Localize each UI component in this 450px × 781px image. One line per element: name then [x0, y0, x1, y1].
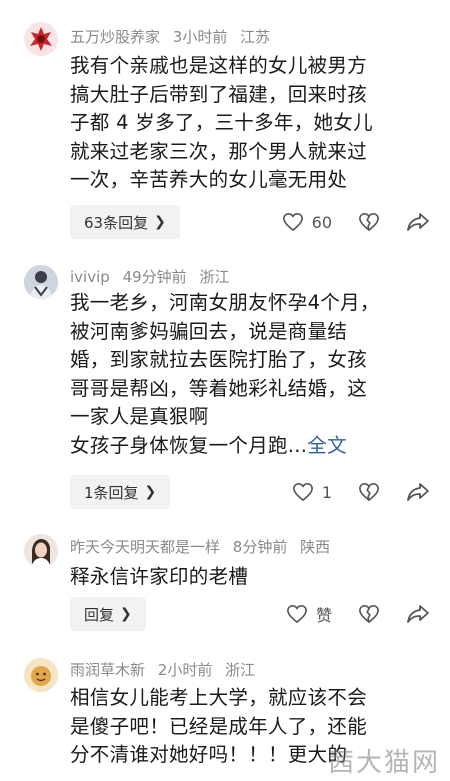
reply-count-label: 1条回复: [84, 483, 139, 502]
like-count: 1: [321, 482, 332, 502]
like-button[interactable]: 赞: [286, 602, 332, 626]
comment-actions: 60: [256, 205, 430, 239]
avatar[interactable]: [24, 22, 58, 56]
location: 江苏: [240, 28, 271, 46]
broken-heart-icon: [359, 213, 379, 231]
like-label: 赞: [315, 606, 332, 625]
dislike-button[interactable]: [358, 212, 380, 232]
comment-line: 搞大肚子后带到了福建，回来时孩: [70, 82, 368, 106]
dislike-button[interactable]: [358, 482, 380, 502]
comment-line: 相信女儿能考上大学，就应该不会: [70, 686, 368, 709]
comment-meta: 雨润草木新 2小时前 浙江: [70, 659, 263, 680]
location: 浙江: [199, 268, 230, 286]
comment-text: 我有个亲戚也是这样的女儿被男方 搞大肚子后带到了福建，回来时孩 子都 4 岁多了…: [70, 52, 425, 195]
comment-line: 释永信许家印的老槽: [70, 565, 249, 588]
comment-text: 我一老乡，河南女朋友怀孕4个月， 被河南爹妈骗回去，说是商量结 婚，到家就拉去医…: [70, 289, 425, 460]
share-arrow-icon: [407, 213, 429, 231]
like-button[interactable]: 1: [292, 482, 332, 502]
share-button[interactable]: [406, 604, 430, 624]
share-button[interactable]: [406, 482, 430, 502]
timestamp: 49分钟前: [122, 268, 187, 286]
comment-line-truncated: 女孩子身体恢复一个月跑...全文: [70, 432, 425, 461]
comment-text: 释永信许家印的老槽: [70, 563, 425, 592]
full-text-link[interactable]: 全文: [307, 434, 347, 457]
timestamp: 2小时前: [157, 661, 213, 679]
site-watermark: 茜大猫网: [327, 748, 440, 778]
heart-icon: [292, 483, 313, 501]
timestamp: 3小时前: [172, 28, 228, 46]
dislike-button[interactable]: [358, 604, 380, 624]
share-arrow-icon: [407, 605, 429, 623]
broken-heart-icon: [359, 483, 379, 501]
like-count: 60: [311, 212, 332, 232]
comment-line: 就来过老家三次，那个男人就来过: [70, 139, 368, 163]
username[interactable]: 雨润草木新: [70, 661, 145, 679]
truncated-text: 女孩子身体恢复一个月跑...: [70, 433, 308, 457]
comment-line: 我一老乡，河南女朋友怀孕4个月，: [70, 291, 380, 314]
comment-actions: 1: [266, 475, 430, 509]
comment-actions: 赞: [260, 597, 430, 631]
share-button[interactable]: [406, 212, 430, 232]
reply-count-label: 63条回复: [84, 213, 149, 232]
comment-line: 一家人是真狠啊: [70, 405, 209, 428]
username[interactable]: 昨天今天明天都是一样: [70, 538, 220, 556]
comment-line: 婚，到家就拉去医院打胎了，女孩: [70, 348, 368, 371]
avatar[interactable]: [24, 658, 58, 692]
broken-heart-icon: [359, 605, 379, 623]
comment-meta: 五万炒股养家 3小时前 江苏: [70, 26, 278, 47]
chevron-right-icon: ❯: [144, 484, 157, 500]
comment-meta: ivivip 49分钟前 浙江: [70, 266, 237, 287]
reply-label: 回复: [84, 605, 115, 624]
comment-line: 子都 4 岁多了，三十多年，她女儿: [70, 111, 373, 134]
location: 浙江: [225, 661, 256, 679]
reply-button[interactable]: 回复 ❯: [70, 597, 146, 631]
comment-line: 一次，辛苦养大的女儿毫无用处: [70, 168, 348, 191]
location: 陕西: [300, 538, 331, 556]
avatar[interactable]: [24, 265, 58, 299]
comment-line: 是傻子吧！已经是成年人了，还能: [70, 714, 368, 738]
chevron-right-icon: ❯: [120, 606, 132, 622]
view-replies-button[interactable]: 1条回复 ❯: [70, 475, 171, 509]
heart-icon: [287, 605, 307, 623]
timestamp: 8分钟前: [232, 538, 288, 556]
comment-line: 被河南爹妈骗回去，说是商量结: [70, 319, 348, 343]
username[interactable]: ivivip: [70, 268, 110, 286]
view-replies-button[interactable]: 63条回复 ❯: [70, 205, 180, 239]
avatar[interactable]: [24, 534, 58, 568]
share-arrow-icon: [407, 483, 429, 501]
comment-line: 我有个亲戚也是这样的女儿被男方: [70, 54, 368, 77]
like-button[interactable]: 60: [282, 212, 332, 232]
chevron-right-icon: ❯: [154, 214, 166, 230]
username[interactable]: 五万炒股养家: [70, 28, 160, 46]
heart-icon: [282, 213, 303, 231]
comment-line: 哥哥是帮凶，等着她彩礼结婚，这: [70, 376, 368, 400]
comment-meta: 昨天今天明天都是一样 8分钟前 陕西: [70, 536, 338, 557]
